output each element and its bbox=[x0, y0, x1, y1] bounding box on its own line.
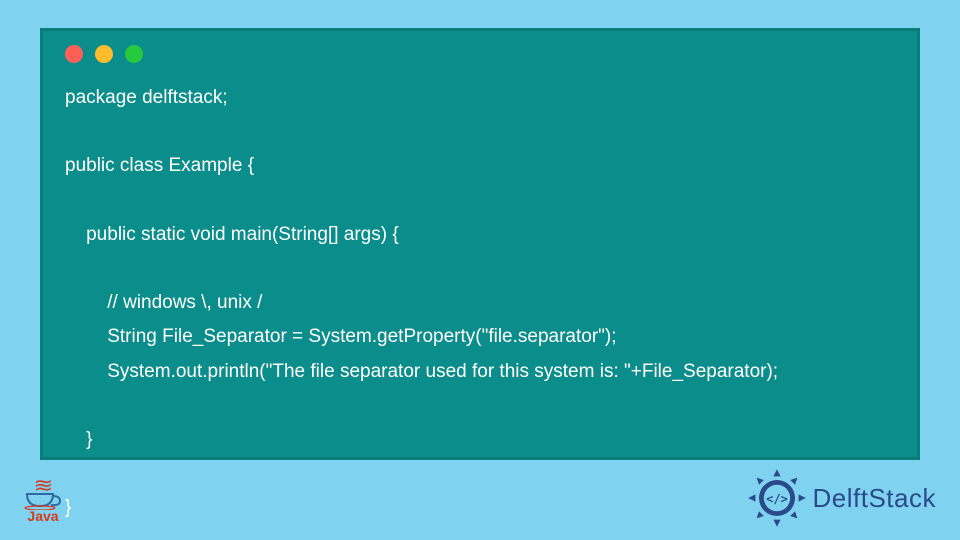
traffic-light-yellow-icon bbox=[95, 45, 113, 63]
delftstack-logo-text: DelftStack bbox=[813, 483, 937, 514]
java-steam-icon: ≋ bbox=[33, 476, 53, 496]
java-logo-text: Java bbox=[27, 508, 58, 524]
code-window: package delftstack; public class Example… bbox=[40, 28, 920, 460]
delftstack-logo: </> DelftStack bbox=[747, 468, 937, 528]
code-content: package delftstack; public class Example… bbox=[65, 81, 895, 525]
traffic-light-green-icon bbox=[125, 45, 143, 63]
traffic-lights bbox=[65, 45, 895, 63]
delftstack-emblem-icon: </> bbox=[747, 468, 807, 528]
traffic-light-red-icon bbox=[65, 45, 83, 63]
svg-text:</>: </> bbox=[766, 492, 788, 506]
footer: ≋ Java bbox=[0, 462, 960, 540]
java-logo: ≋ Java bbox=[24, 472, 62, 524]
